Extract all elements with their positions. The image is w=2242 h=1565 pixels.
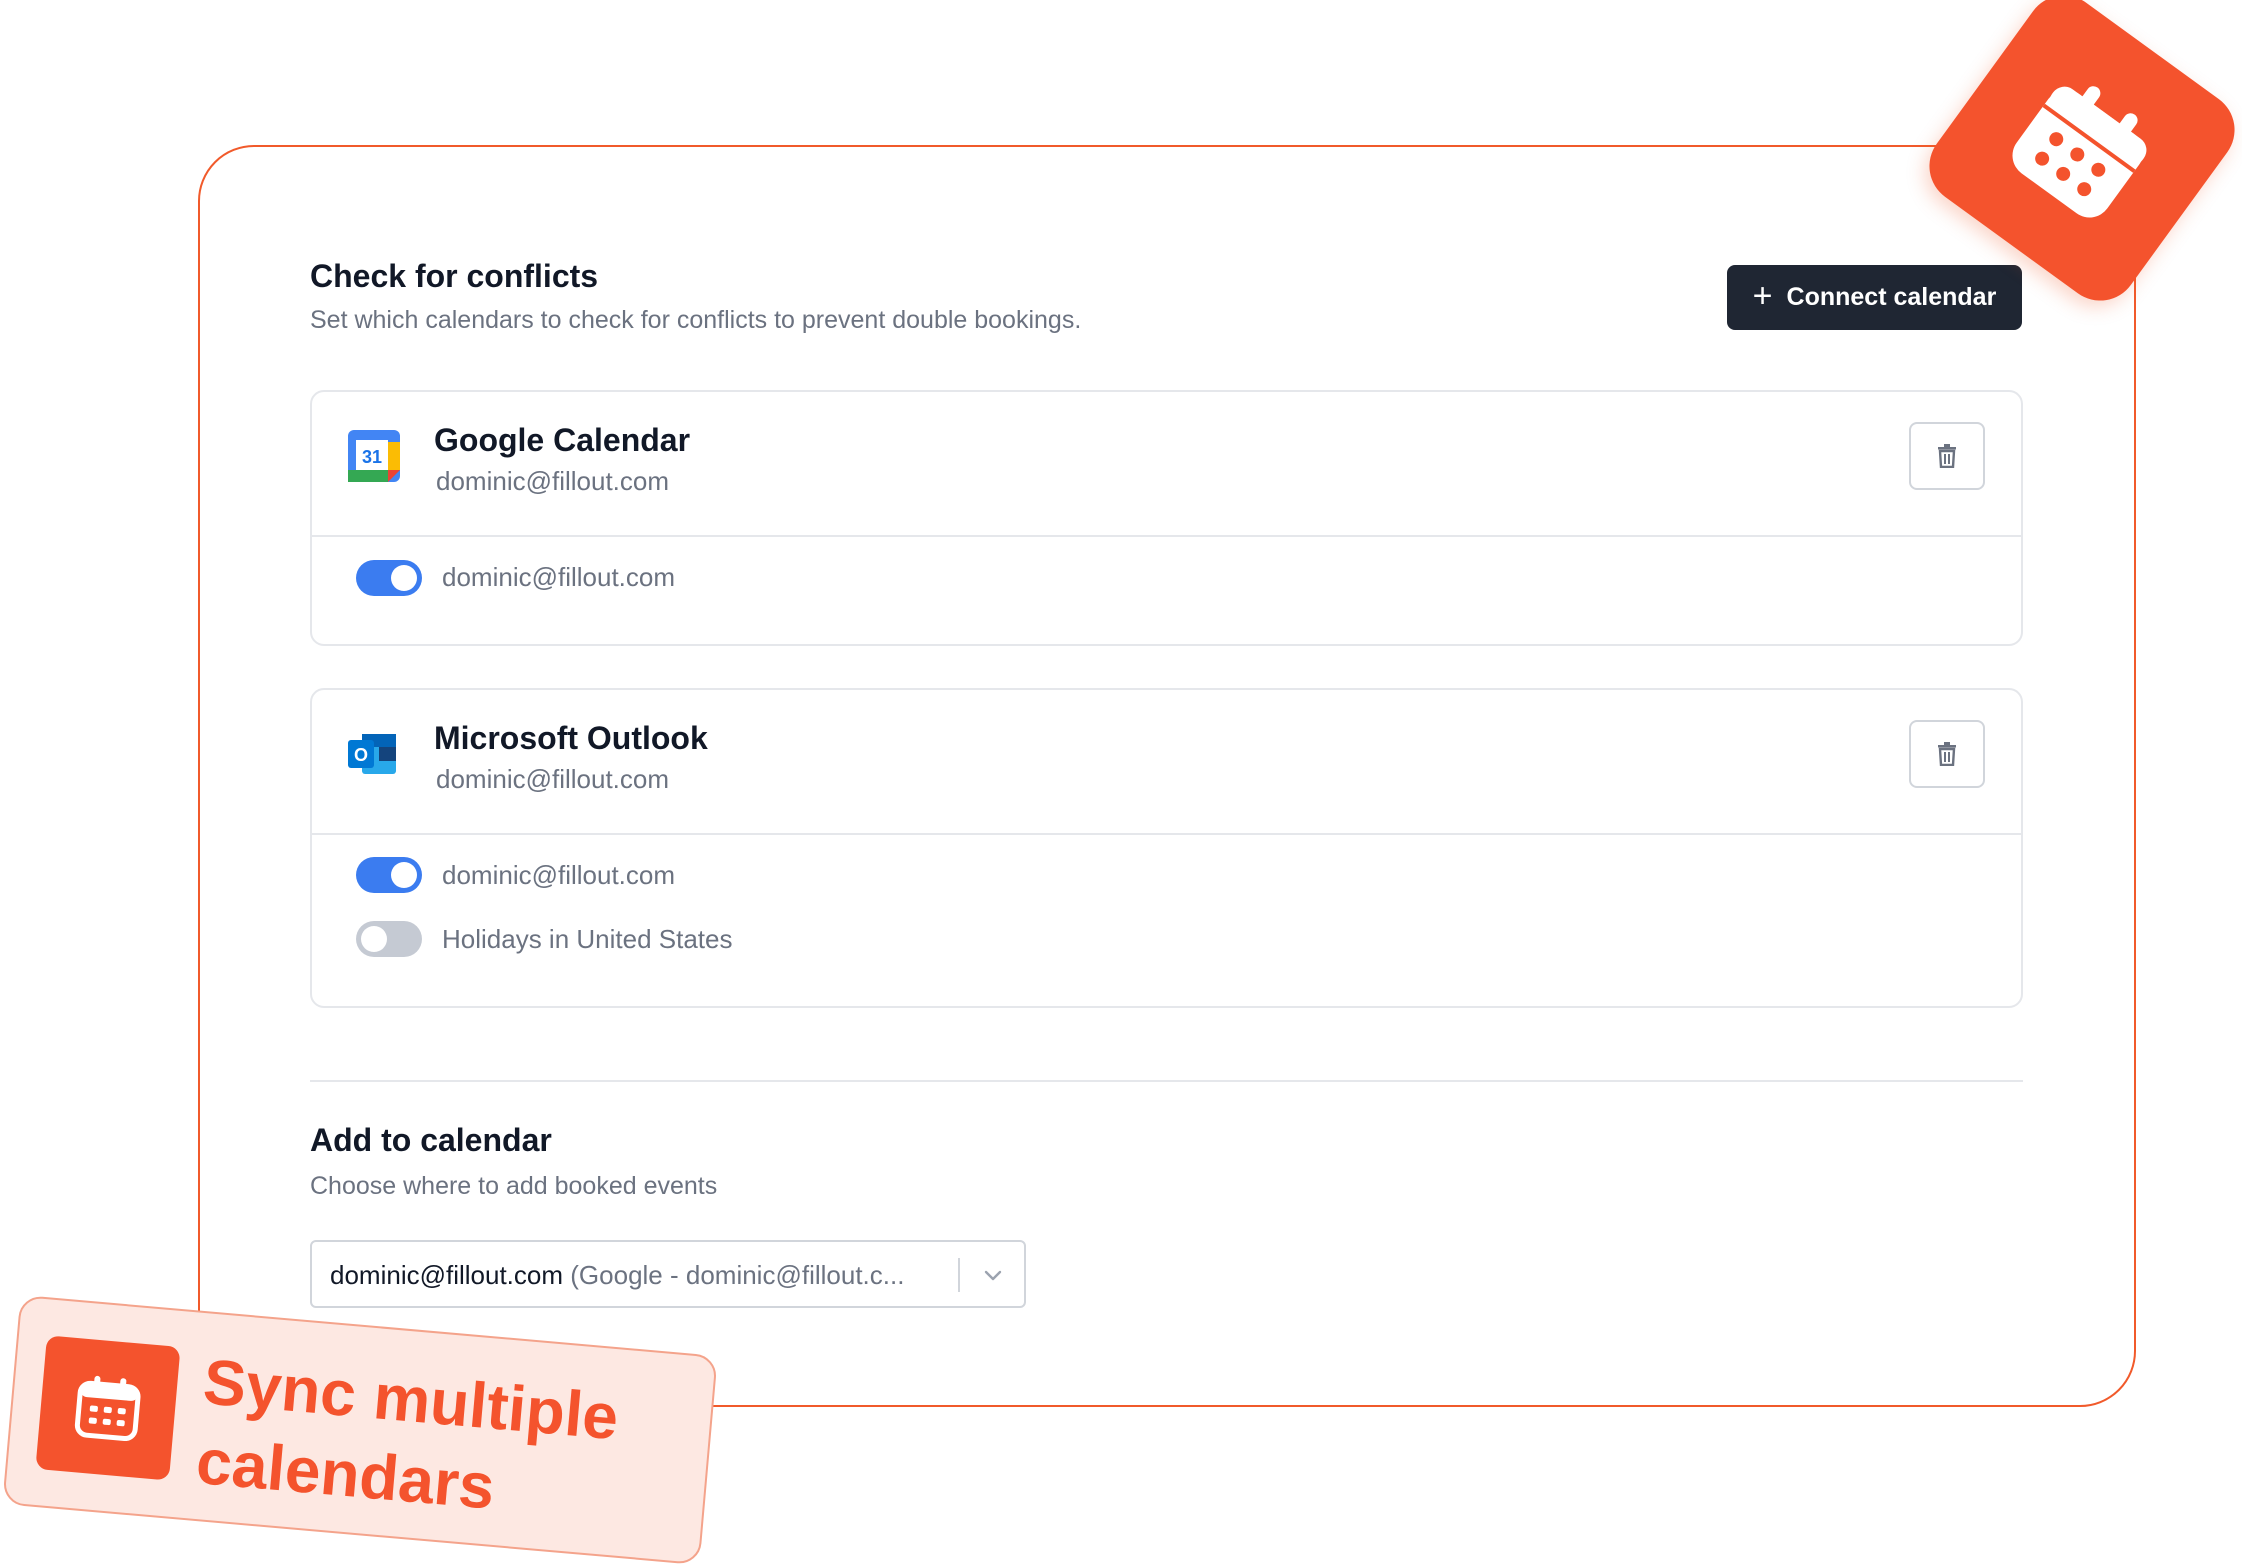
google-calendar-icon-text: 31 (362, 447, 382, 467)
trash-icon (1938, 742, 1956, 766)
connect-calendar-label: Connect calendar (1786, 283, 1997, 311)
outlook-icon-text: O (354, 745, 368, 765)
select-separator (958, 1258, 960, 1292)
promo-text: Sync multiple calendars (193, 1341, 675, 1541)
delete-calendar-button[interactable] (1909, 422, 1985, 490)
selected-calendar-hint: (Google - dominic@fillout.c... (570, 1260, 905, 1290)
outlook-icon: O (348, 730, 398, 778)
calendar-toggle[interactable] (356, 560, 422, 596)
connect-calendar-button[interactable]: + Connect calendar (1727, 265, 2022, 330)
add-to-calendar-title: Add to calendar (310, 1122, 552, 1158)
section-divider (310, 1080, 2023, 1082)
calendar-account: dominic@fillout.com (436, 764, 670, 794)
toggle-label: Holidays in United States (442, 924, 733, 954)
calendar-name: Microsoft Outlook (434, 720, 708, 756)
calendar-select-value: dominic@fillout.com (Google - dominic@fi… (330, 1260, 904, 1291)
plus-icon: + (1752, 277, 1773, 315)
calendar-select[interactable]: dominic@fillout.com (Google - dominic@fi… (310, 1240, 1026, 1308)
calendar-account: dominic@fillout.com (436, 466, 670, 496)
calendar-icon (35, 1335, 181, 1481)
toggle-label: dominic@fillout.com (442, 562, 676, 592)
calendar-icon (2012, 86, 2147, 218)
toggle-label: dominic@fillout.com (442, 860, 676, 890)
calendar-card-google: 31 Google Calendar dominic@fillout.com d… (310, 390, 2023, 646)
delete-calendar-button[interactable] (1909, 720, 1985, 788)
calendar-toggle[interactable] (356, 921, 422, 957)
conflicts-subtitle: Set which calendars to check for conflic… (310, 306, 1082, 334)
google-calendar-icon: 31 (348, 430, 400, 482)
selected-calendar: dominic@fillout.com (330, 1260, 564, 1290)
chevron-down-icon (984, 1270, 1002, 1281)
add-to-calendar-subtitle: Choose where to add booked events (310, 1172, 718, 1200)
calendar-name: Google Calendar (434, 422, 691, 458)
calendar-card-outlook: O Microsoft Outlook dominic@fillout.com … (310, 688, 2023, 1008)
conflicts-title: Check for conflicts (310, 258, 599, 294)
trash-icon (1938, 444, 1956, 468)
calendar-toggle[interactable] (356, 857, 422, 893)
card-divider (312, 833, 2021, 835)
card-divider (312, 535, 2021, 537)
